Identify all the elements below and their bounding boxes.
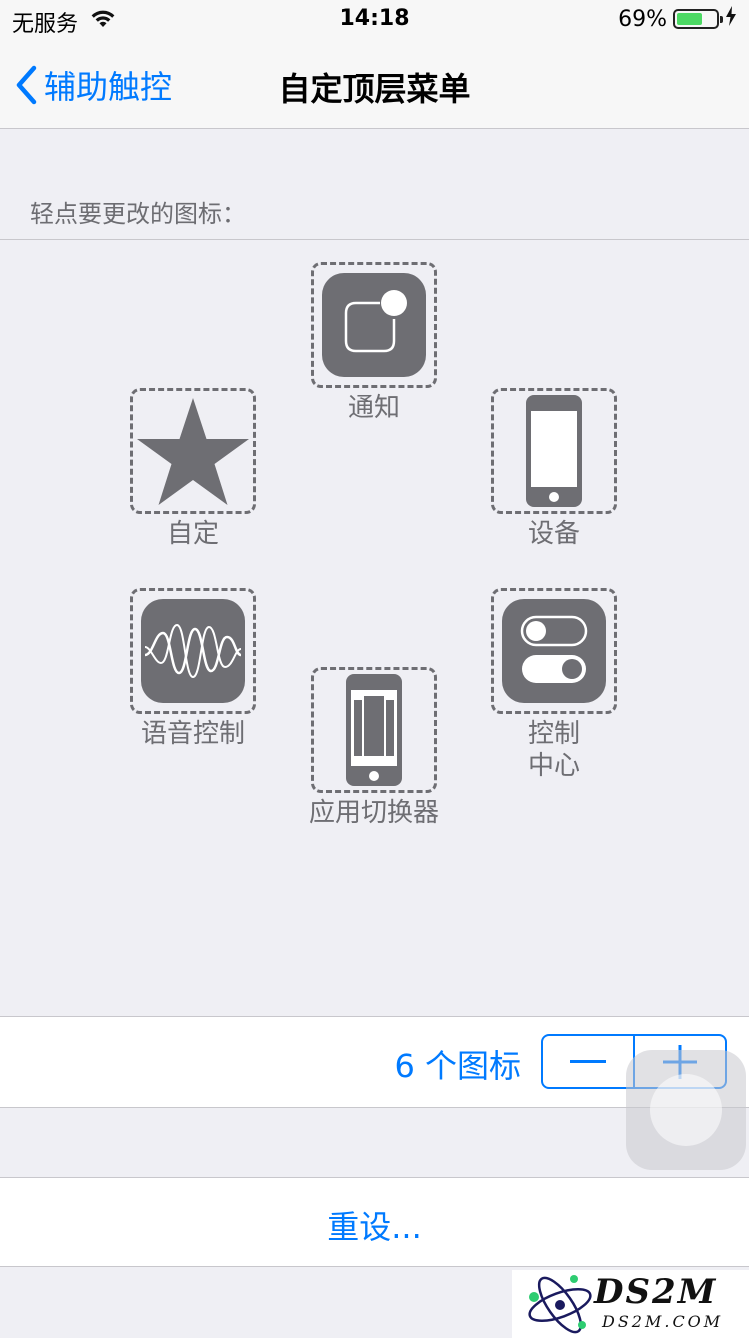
menu-slot — [491, 588, 617, 714]
menu-item-app-switcher[interactable]: 应用切换器 — [274, 667, 474, 829]
chevron-left-icon — [16, 65, 37, 105]
status-right: 69% — [618, 6, 737, 32]
control-center-icon — [502, 599, 606, 703]
assistive-touch-button[interactable] — [626, 1050, 746, 1170]
menu-slot — [130, 388, 256, 514]
menu-item-label: 通知 — [347, 393, 400, 423]
back-button[interactable]: 辅助触控 — [14, 62, 172, 108]
menu-item-label: 设备 — [527, 519, 580, 549]
section-header: 轻点要更改的图标： — [30, 200, 246, 228]
voice-control-icon — [141, 599, 245, 703]
reset-label: 重设... — [327, 1208, 422, 1246]
menu-item-label: 自定 — [166, 519, 219, 549]
device-icon — [526, 395, 582, 507]
atom-logo-icon — [528, 1275, 592, 1334]
app-switcher-icon — [346, 674, 402, 786]
decrement-button[interactable] — [543, 1036, 633, 1087]
menu-item-notification[interactable]: 通知 — [274, 262, 474, 424]
star-icon — [137, 398, 249, 505]
back-button-label: 辅助触控 — [44, 68, 173, 106]
menu-item-custom[interactable]: 自定 — [93, 388, 293, 550]
menu-slot — [491, 388, 617, 514]
menu-item-label: 应用切换器 — [308, 798, 439, 828]
watermark: DS2M DS2M.COM — [512, 1270, 749, 1338]
menu-slot — [130, 588, 256, 714]
menu-item-voice-control[interactable]: 语音控制 — [93, 588, 293, 750]
battery-icon — [673, 9, 723, 29]
reset-button[interactable]: 重设... — [0, 1177, 749, 1267]
notification-icon — [322, 273, 426, 377]
menu-slot — [311, 667, 437, 793]
menu-item-device[interactable]: 设备 — [454, 388, 654, 550]
charging-bolt-icon — [725, 6, 737, 32]
menu-item-label: 控制 中心 — [527, 719, 580, 781]
watermark-title: DS2M — [594, 1272, 718, 1312]
status-bar: 无服务 14:18 69% — [0, 0, 749, 40]
battery-percent: 69% — [618, 6, 667, 32]
menu-item-label: 语音控制 — [140, 719, 245, 749]
battery-fill — [677, 13, 702, 25]
minus-icon — [570, 1059, 606, 1063]
menu-layout-area: 通知 自定 设备 语音控制 应用切换器 控制 中心 — [0, 239, 749, 1017]
battery-tip — [720, 16, 723, 23]
menu-slot — [311, 262, 437, 388]
watermark-subtitle: DS2M.COM — [602, 1312, 724, 1331]
navigation-bar: 辅助触控 自定顶层菜单 — [0, 40, 749, 129]
menu-item-control-center[interactable]: 控制 中心 — [454, 588, 654, 782]
icon-count-label: 6 个图标 — [394, 1047, 521, 1085]
